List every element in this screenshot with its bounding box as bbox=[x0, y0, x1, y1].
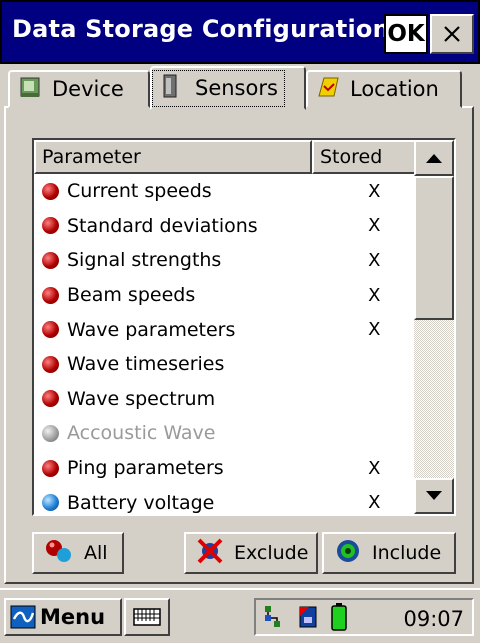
exclude-button-label: Exclude bbox=[234, 542, 309, 564]
list-item-label: Beam speeds bbox=[67, 284, 196, 307]
status-dot-icon bbox=[42, 494, 59, 512]
status-dot-icon bbox=[42, 459, 59, 477]
scroll-up-button[interactable] bbox=[414, 140, 454, 176]
column-header-stored[interactable]: Stored bbox=[312, 140, 416, 174]
list-item-stored: X bbox=[368, 457, 381, 479]
tab-sensors-label: Sensors bbox=[195, 76, 278, 100]
exclude-button[interactable]: Exclude bbox=[184, 532, 318, 574]
status-dot-icon bbox=[42, 390, 59, 408]
status-dot-icon bbox=[42, 251, 59, 269]
parameter-list[interactable]: Parameter Stored Current speeds X Standa… bbox=[32, 138, 456, 516]
sync-icon[interactable] bbox=[296, 603, 320, 631]
location-icon bbox=[316, 74, 342, 105]
list-item-label: Battery voltage bbox=[67, 491, 215, 514]
arrow-down-icon bbox=[426, 491, 442, 500]
sensors-icon bbox=[159, 73, 181, 104]
window-title: Data Storage Configurations bbox=[12, 15, 405, 43]
keyboard-icon bbox=[133, 608, 161, 626]
status-dot-icon bbox=[42, 217, 59, 235]
clock[interactable]: 09:07 bbox=[403, 607, 464, 631]
close-button[interactable] bbox=[430, 14, 474, 54]
tab-location[interactable]: Location bbox=[306, 70, 462, 108]
list-item[interactable]: Wave timeseries bbox=[34, 347, 414, 382]
list-item-stored: X bbox=[368, 249, 381, 271]
list-item-label: Ping parameters bbox=[67, 457, 224, 480]
column-header-parameter[interactable]: Parameter bbox=[34, 140, 312, 174]
status-dot-icon bbox=[42, 321, 59, 339]
list-item-stored: X bbox=[368, 492, 381, 514]
list-item[interactable]: Beam speeds X bbox=[34, 278, 414, 313]
list-item-label: Current speeds bbox=[67, 180, 212, 203]
scroll-thumb[interactable] bbox=[414, 176, 454, 320]
list-item[interactable]: Accoustic Wave bbox=[34, 416, 414, 451]
tab-location-label: Location bbox=[350, 77, 439, 101]
list-item[interactable]: Current speeds X bbox=[34, 174, 414, 209]
device-screen: Data Storage Configurations OK Device Se… bbox=[0, 0, 480, 643]
list-item-label: Accoustic Wave bbox=[67, 422, 216, 445]
list-item-label: Wave parameters bbox=[67, 318, 236, 341]
device-icon bbox=[18, 74, 44, 105]
list-item-stored: X bbox=[368, 215, 381, 237]
list-item-label: Wave spectrum bbox=[67, 387, 216, 410]
list-item[interactable]: Signal strengths X bbox=[34, 243, 414, 278]
status-dot-icon bbox=[42, 424, 59, 442]
list-item-stored: X bbox=[368, 284, 381, 306]
list-item[interactable]: Ping parameters X bbox=[34, 451, 414, 486]
tab-device[interactable]: Device bbox=[8, 70, 150, 108]
scroll-down-button[interactable] bbox=[414, 478, 454, 514]
start-menu-button[interactable]: Menu bbox=[4, 598, 122, 636]
list-item[interactable]: Battery voltage X bbox=[34, 485, 414, 514]
battery-icon[interactable] bbox=[330, 602, 348, 632]
include-button-label: Include bbox=[372, 542, 442, 564]
start-menu-label: Menu bbox=[40, 605, 106, 629]
tab-sensors-focus: Sensors bbox=[152, 69, 285, 107]
status-dot-icon bbox=[42, 182, 59, 200]
all-button-label: All bbox=[84, 542, 108, 564]
arrow-up-icon bbox=[426, 154, 442, 163]
title-bar: Data Storage Configurations OK bbox=[0, 0, 480, 64]
list-item-stored: X bbox=[368, 180, 381, 202]
ok-button[interactable]: OK bbox=[384, 14, 428, 54]
status-dot-icon bbox=[42, 355, 59, 373]
include-button[interactable]: Include bbox=[322, 532, 456, 574]
list-item-label: Standard deviations bbox=[67, 214, 258, 237]
include-icon bbox=[334, 537, 362, 570]
all-button[interactable]: All bbox=[32, 532, 124, 574]
close-icon bbox=[444, 26, 460, 42]
list-item[interactable]: Wave parameters X bbox=[34, 312, 414, 347]
list-item-label: Signal strengths bbox=[67, 249, 222, 272]
system-tray: 09:07 bbox=[254, 598, 474, 636]
all-icon bbox=[44, 538, 74, 569]
list-item[interactable]: Wave spectrum bbox=[34, 382, 414, 417]
taskbar: Menu 09:07 bbox=[0, 588, 480, 643]
tab-sensors[interactable]: Sensors bbox=[150, 66, 306, 110]
list-item-stored: X bbox=[368, 319, 381, 341]
status-dot-icon bbox=[42, 286, 59, 304]
exclude-icon bbox=[196, 537, 224, 570]
network-icon[interactable] bbox=[262, 603, 288, 631]
tab-device-label: Device bbox=[52, 77, 124, 101]
list-item-label: Wave timeseries bbox=[67, 353, 225, 376]
list-rows: Current speeds X Standard deviations X S… bbox=[34, 174, 414, 514]
windows-logo-icon bbox=[10, 605, 36, 629]
vertical-scrollbar[interactable] bbox=[414, 140, 454, 514]
list-item[interactable]: Standard deviations X bbox=[34, 209, 414, 244]
input-panel-button[interactable] bbox=[124, 598, 170, 636]
